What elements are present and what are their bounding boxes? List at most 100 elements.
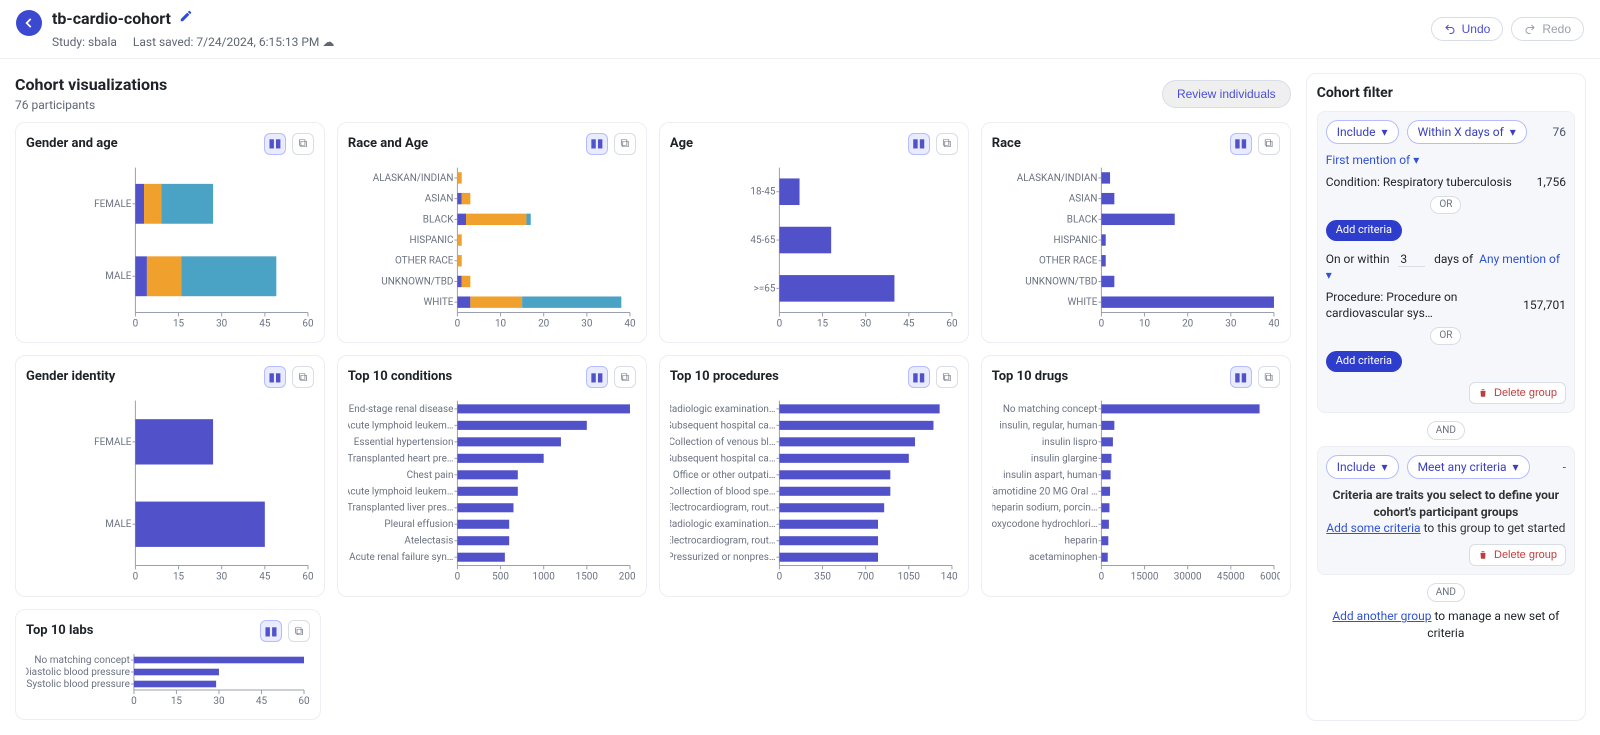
or-separator: OR xyxy=(1430,327,1461,345)
svg-text:Radiologic examination…: Radiologic examination… xyxy=(670,404,775,415)
svg-text:15: 15 xyxy=(171,696,183,707)
filter-group-2: Include ▾ Meet any criteria ▾ - Criteria… xyxy=(1317,446,1575,575)
and-separator: AND xyxy=(1427,421,1465,441)
svg-text:30: 30 xyxy=(860,318,871,329)
chart-gender-identity: 015304560FEMALEMALE xyxy=(26,394,314,584)
empty-state-title: Criteria are traits you select to define… xyxy=(1333,488,1559,518)
bar-chart-icon[interactable]: ▮▮ xyxy=(908,133,930,155)
svg-text:MALE: MALE xyxy=(105,519,132,530)
section-title: Cohort visualizations xyxy=(15,74,167,96)
last-saved-label: Last saved: 7/24/2024, 6:15:13 PM ☁ xyxy=(133,34,334,50)
include-dropdown[interactable]: Include ▾ xyxy=(1326,120,1399,144)
svg-text:No matching concept: No matching concept xyxy=(1003,404,1098,415)
procedure-label: Procedure: Procedure on cardiovascular s… xyxy=(1326,289,1523,321)
card-title: Race xyxy=(992,135,1021,153)
svg-text:FEMALE: FEMALE xyxy=(94,437,132,448)
add-another-group-link[interactable]: Add another group xyxy=(1332,609,1431,623)
svg-text:60: 60 xyxy=(946,318,957,329)
app-header: tb-cardio-cohort Study: sbala Last saved… xyxy=(0,0,1600,59)
svg-text:heparin sodium, porcin…: heparin sodium, porcin… xyxy=(992,503,1097,514)
svg-text:18-45: 18-45 xyxy=(750,186,775,197)
svg-text:ALASKAN/INDIAN: ALASKAN/INDIAN xyxy=(373,172,454,183)
bar-chart-icon[interactable]: ▮▮ xyxy=(260,620,282,642)
svg-text:heparin: heparin xyxy=(1064,536,1097,547)
chart-top10-drugs: 015000300004500060000No matching concept… xyxy=(992,394,1280,584)
copy-icon[interactable]: ⧉ xyxy=(614,366,636,388)
svg-text:insulin lispro: insulin lispro xyxy=(1042,437,1098,448)
svg-text:45-65: 45-65 xyxy=(750,235,775,246)
svg-text:Acute lymphoid leukem…: Acute lymphoid leukem… xyxy=(348,486,453,497)
card-title: Age xyxy=(670,135,693,153)
review-individuals-button[interactable]: Review individuals xyxy=(1162,80,1291,108)
chart-race-age: 010203040ALASKAN/INDIANASIANBLACKHISPANI… xyxy=(348,161,636,331)
svg-text:700: 700 xyxy=(857,571,874,582)
bar-chart-icon[interactable]: ▮▮ xyxy=(264,366,286,388)
copy-icon[interactable]: ⧉ xyxy=(1258,366,1280,388)
back-button[interactable] xyxy=(16,10,42,36)
card-title: Top 10 conditions xyxy=(348,368,452,386)
svg-text:famotidine 20 MG Oral …: famotidine 20 MG Oral … xyxy=(992,486,1097,497)
within-dropdown[interactable]: Within X days of ▾ xyxy=(1407,120,1527,144)
copy-icon[interactable]: ⧉ xyxy=(936,366,958,388)
card-title: Race and Age xyxy=(348,135,428,153)
filter-group-1: Include ▾ Within X days of ▾ 76 First me… xyxy=(1317,111,1575,413)
edit-title-icon[interactable] xyxy=(179,9,193,29)
delete-group-button[interactable]: Delete group xyxy=(1469,382,1566,404)
copy-icon[interactable]: ⧉ xyxy=(936,133,958,155)
svg-text:Acute renal failure syn…: Acute renal failure syn… xyxy=(349,552,453,563)
svg-text:HISPANIC: HISPANIC xyxy=(1053,235,1097,246)
svg-text:Chest pain: Chest pain xyxy=(407,470,454,481)
copy-icon[interactable]: ⧉ xyxy=(288,620,310,642)
svg-text:0: 0 xyxy=(133,318,139,329)
svg-text:0: 0 xyxy=(133,571,139,582)
copy-icon[interactable]: ⧉ xyxy=(614,133,636,155)
study-label: Study: sbala xyxy=(52,34,117,50)
svg-text:500: 500 xyxy=(492,571,509,582)
card-top10-conditions: Top 10 conditions ▮▮⧉ 0500100015002000En… xyxy=(337,355,647,597)
svg-text:acetaminophen: acetaminophen xyxy=(1029,552,1097,563)
bar-chart-icon[interactable]: ▮▮ xyxy=(1230,366,1252,388)
card-race: Race ▮▮⧉ 010203040ALASKAN/INDIANASIANBLA… xyxy=(981,122,1291,344)
svg-text:20: 20 xyxy=(1182,318,1193,329)
svg-text:UNKNOWN/TBD: UNKNOWN/TBD xyxy=(381,276,453,287)
first-mention-dropdown[interactable]: First mention of ▾ xyxy=(1326,152,1566,168)
card-age: Age ▮▮⧉ 01530456018-4545-65>=65 xyxy=(659,122,969,344)
svg-text:60: 60 xyxy=(298,696,310,707)
svg-text:40: 40 xyxy=(1268,318,1279,329)
days-value[interactable]: 3 xyxy=(1398,252,1425,267)
copy-icon[interactable]: ⧉ xyxy=(292,366,314,388)
svg-text:350: 350 xyxy=(814,571,831,582)
svg-text:FEMALE: FEMALE xyxy=(94,198,132,209)
on-or-within-label: On or within 3 days of Any mention of ▾ xyxy=(1326,251,1566,283)
bar-chart-icon[interactable]: ▮▮ xyxy=(908,366,930,388)
delete-group-button[interactable]: Delete group xyxy=(1469,544,1566,566)
svg-text:Subsequent hospital ca…: Subsequent hospital ca… xyxy=(670,453,775,464)
bar-chart-icon[interactable]: ▮▮ xyxy=(264,133,286,155)
add-some-criteria-link[interactable]: Add some criteria xyxy=(1326,521,1420,535)
bar-chart-icon[interactable]: ▮▮ xyxy=(586,366,608,388)
add-criteria-button[interactable]: Add criteria xyxy=(1326,351,1402,372)
include-dropdown[interactable]: Include ▾ xyxy=(1326,455,1399,479)
card-title: Top 10 labs xyxy=(26,622,93,640)
undo-button[interactable]: Undo xyxy=(1431,17,1504,41)
chart-age: 01530456018-4545-65>=65 xyxy=(670,161,958,331)
meet-any-dropdown[interactable]: Meet any criteria ▾ xyxy=(1407,455,1530,479)
bar-chart-icon[interactable]: ▮▮ xyxy=(586,133,608,155)
procedure-count: 157,701 xyxy=(1523,297,1566,313)
card-title: Top 10 drugs xyxy=(992,368,1068,386)
svg-text:ALASKAN/INDIAN: ALASKAN/INDIAN xyxy=(1017,172,1098,183)
svg-text:0: 0 xyxy=(1098,318,1104,329)
svg-text:0: 0 xyxy=(131,696,137,707)
add-criteria-button[interactable]: Add criteria xyxy=(1326,220,1402,241)
bar-chart-icon[interactable]: ▮▮ xyxy=(1230,133,1252,155)
card-top10-drugs: Top 10 drugs ▮▮ ⧉ 015000300004500060000No… xyxy=(981,355,1291,597)
copy-icon[interactable]: ⧉ xyxy=(292,133,314,155)
svg-text:Subsequent hospital ca…: Subsequent hospital ca… xyxy=(670,420,775,431)
copy-icon[interactable]: ⧉ xyxy=(1258,133,1280,155)
svg-text:1050: 1050 xyxy=(898,571,920,582)
participants-count: 76 participants xyxy=(15,97,167,113)
page-title: tb-cardio-cohort xyxy=(52,8,171,30)
svg-text:30: 30 xyxy=(216,571,227,582)
svg-text:1400: 1400 xyxy=(941,571,958,582)
redo-button[interactable]: Redo xyxy=(1511,17,1584,41)
